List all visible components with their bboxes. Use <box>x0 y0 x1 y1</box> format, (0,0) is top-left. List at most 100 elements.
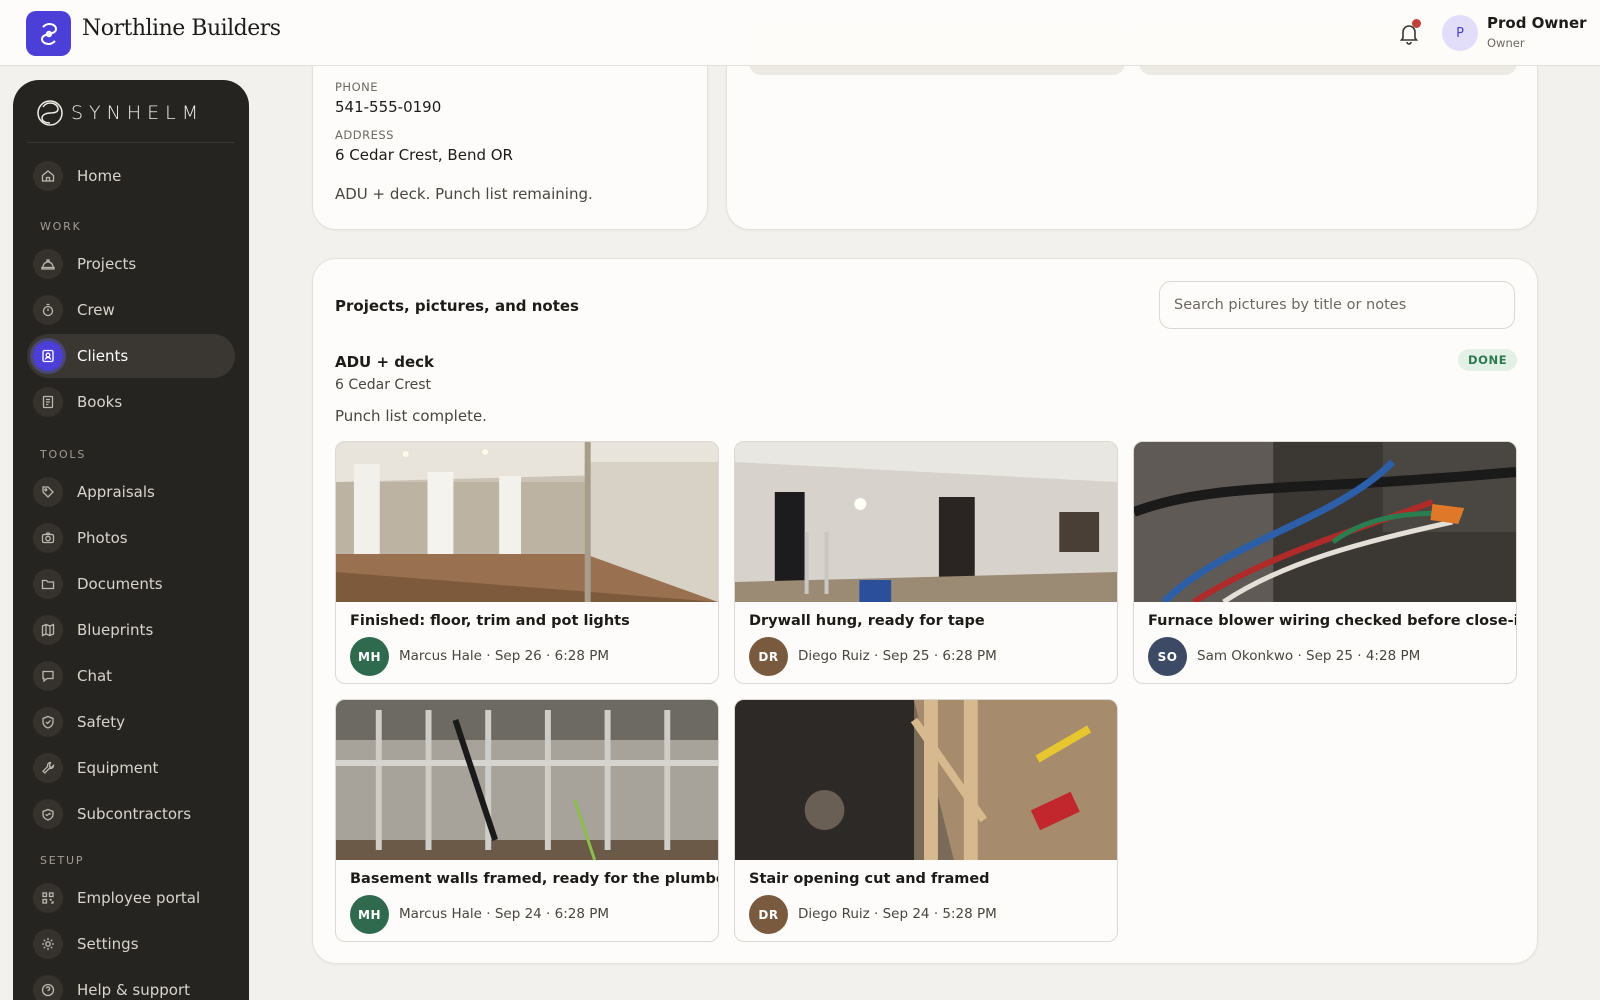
photo-meta: Diego Ruiz · Sep 25 · 6:28 PM <box>798 648 997 664</box>
author-avatar: MH <box>350 637 389 676</box>
sidebar-item-equipment[interactable]: Equipment <box>27 746 235 790</box>
help-icon <box>33 975 63 1000</box>
sidebar-item-settings[interactable]: Settings <box>27 922 235 966</box>
sidebar-item-safety[interactable]: Safety <box>27 700 235 744</box>
project-address: 6 Cedar Crest <box>335 377 432 393</box>
sidebar: SYNHELM Home WORK Projects Crew Clients … <box>13 80 249 1000</box>
photo-card[interactable]: Drywall hung, ready for tape DR Diego Ru… <box>734 441 1118 684</box>
sidebar-item-books[interactable]: Books <box>27 380 235 424</box>
sidebar-item-documents[interactable]: Documents <box>27 562 235 606</box>
project-gallery-card: Projects, pictures, and notes ADU + deck… <box>312 258 1538 964</box>
sidebar-item-home[interactable]: Home <box>27 154 235 198</box>
sidebar-item-label: Home <box>77 167 122 185</box>
user-avatar[interactable]: P <box>1442 15 1478 51</box>
sidebar-item-projects[interactable]: Projects <box>27 242 235 286</box>
sidebar-item-appraisals[interactable]: Appraisals <box>27 470 235 514</box>
sidebar-item-help[interactable]: Help & support <box>27 968 235 1000</box>
author-avatar: SO <box>1148 637 1187 676</box>
qr-code-icon <box>33 883 63 913</box>
home-icon <box>33 161 63 191</box>
ledger-icon <box>33 387 63 417</box>
sidebar-item-blueprints[interactable]: Blueprints <box>27 608 235 652</box>
shield-icon <box>33 707 63 737</box>
photo-title: Drywall hung, ready for tape <box>749 613 985 629</box>
sidebar-item-subcontractors[interactable]: Subcontractors <box>27 792 235 836</box>
client-note: ADU + deck. Punch list remaining. <box>335 185 593 203</box>
sidebar-section-setup: SETUP <box>40 854 85 867</box>
photo-stair-opening-image <box>735 700 1117 860</box>
photo-drywall-image <box>735 442 1117 602</box>
photo-meta: Marcus Hale · Sep 26 · 6:28 PM <box>399 648 610 664</box>
photo-card[interactable]: Stair opening cut and framed DR Diego Ru… <box>734 699 1118 942</box>
sidebar-item-photos[interactable]: Photos <box>27 516 235 560</box>
sidebar-section-tools: TOOLS <box>40 448 87 461</box>
sidebar-item-label: Employee portal <box>77 889 201 907</box>
author-avatar: MH <box>350 895 389 934</box>
photo-furnace-wiring-image <box>1134 442 1516 602</box>
photo-title: Finished: floor, trim and pot lights <box>350 613 630 629</box>
notification-dot <box>1412 19 1421 28</box>
company-name: Northline Builders <box>82 16 281 41</box>
photo-title: Basement walls framed, ready for the plu… <box>350 871 719 887</box>
sidebar-item-label: Appraisals <box>77 483 155 501</box>
user-role: Owner <box>1487 36 1525 50</box>
photo-card[interactable]: Finished: floor, trim and pot lights MH … <box>335 441 719 684</box>
map-icon <box>33 615 63 645</box>
sidebar-section-work: WORK <box>40 220 82 233</box>
stopwatch-icon <box>33 295 63 325</box>
chat-bubble-icon <box>33 661 63 691</box>
sidebar-item-employee-portal[interactable]: Employee portal <box>27 876 235 920</box>
photo-finished-room-image <box>336 442 718 602</box>
sidebar-item-label: Blueprints <box>77 621 154 639</box>
user-name[interactable]: Prod Owner <box>1487 14 1587 32</box>
photo-card[interactable]: Basement walls framed, ready for the plu… <box>335 699 719 942</box>
author-avatar: DR <box>749 895 788 934</box>
notifications-button[interactable] <box>1396 19 1422 46</box>
sidebar-item-label: Photos <box>77 529 128 547</box>
synhelm-logo-icon <box>37 100 63 126</box>
address-label: ADDRESS <box>335 128 394 142</box>
sidebar-item-label: Safety <box>77 713 125 731</box>
hard-hat-icon <box>33 249 63 279</box>
sidebar-item-clients[interactable]: Clients <box>27 334 235 378</box>
photo-meta: Diego Ruiz · Sep 24 · 5:28 PM <box>798 906 997 922</box>
gear-icon <box>33 929 63 959</box>
sidebar-item-label: Books <box>77 393 123 411</box>
top-bar: Northline Builders P Prod Owner Owner <box>0 0 1600 66</box>
camera-icon <box>33 523 63 553</box>
contact-card-icon <box>33 341 63 371</box>
photo-title: Furnace blower wiring checked before clo… <box>1148 613 1517 629</box>
address-value: 6 Cedar Crest, Bend OR <box>335 146 513 164</box>
picture-search-input[interactable] <box>1159 281 1515 329</box>
photo-card[interactable]: Furnace blower wiring checked before clo… <box>1133 441 1517 684</box>
phone-value[interactable]: 541-555-0190 <box>335 98 441 116</box>
sidebar-item-label: Chat <box>77 667 113 685</box>
sidebar-divider <box>27 142 235 143</box>
wrench-icon <box>33 753 63 783</box>
company-logo-icon[interactable] <box>26 11 71 56</box>
sidebar-item-label: Subcontractors <box>77 805 192 823</box>
sidebar-item-chat[interactable]: Chat <box>27 654 235 698</box>
sidebar-item-label: Projects <box>77 255 137 273</box>
sidebar-item-label: Documents <box>77 575 163 593</box>
project-name[interactable]: ADU + deck <box>335 353 434 371</box>
tag-icon <box>33 477 63 507</box>
status-badge: DONE <box>1458 349 1518 371</box>
folder-icon <box>33 569 63 599</box>
sidebar-item-label: Help & support <box>77 981 191 999</box>
sidebar-item-label: Crew <box>77 301 115 319</box>
synhelm-logo[interactable]: SYNHELM <box>35 98 204 128</box>
sidebar-item-label: Clients <box>77 347 129 365</box>
photo-meta: Sam Okonkwo · Sep 25 · 4:28 PM <box>1197 648 1421 664</box>
sidebar-item-crew[interactable]: Crew <box>27 288 235 332</box>
photo-title: Stair opening cut and framed <box>749 871 990 887</box>
handshake-icon <box>33 799 63 829</box>
synhelm-wordmark: SYNHELM <box>71 102 205 124</box>
phone-label: PHONE <box>335 80 379 94</box>
project-note: Punch list complete. <box>335 407 487 425</box>
gallery-title: Projects, pictures, and notes <box>335 297 579 315</box>
photo-basement-framing-image <box>336 700 718 860</box>
sidebar-item-label: Equipment <box>77 759 159 777</box>
photo-meta: Marcus Hale · Sep 24 · 6:28 PM <box>399 906 610 922</box>
author-avatar: DR <box>749 637 788 676</box>
